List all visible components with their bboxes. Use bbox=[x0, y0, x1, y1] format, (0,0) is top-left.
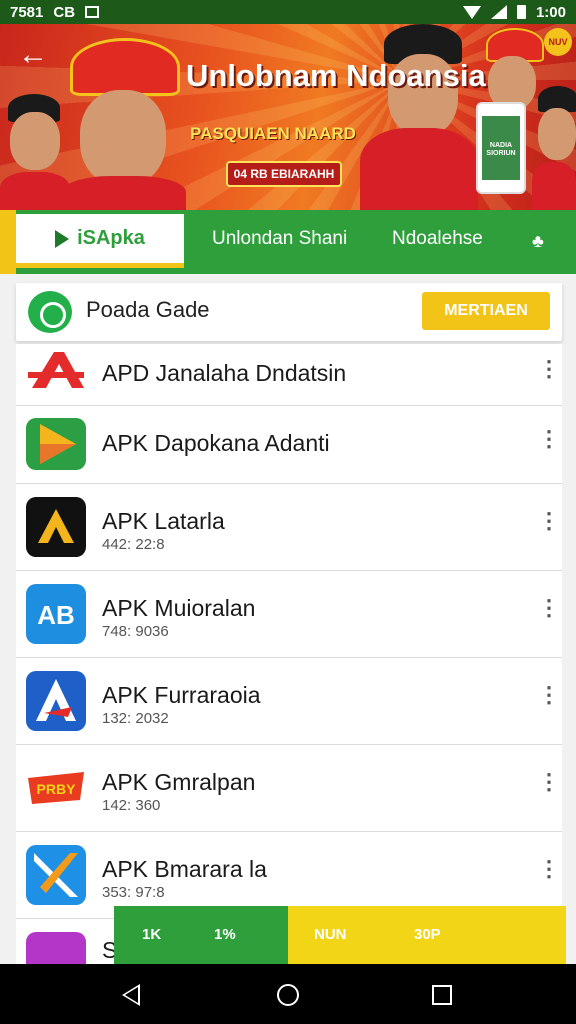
more-options-icon[interactable]: ⋮ bbox=[538, 684, 560, 706]
app-meta: 442: 22:8 bbox=[102, 536, 165, 553]
wifi-icon bbox=[462, 5, 481, 19]
banner-person-right bbox=[360, 24, 478, 210]
notification-icon bbox=[85, 6, 100, 18]
phone-screen: NADIA SIORIUN bbox=[482, 116, 520, 180]
app-icon-black-a bbox=[26, 497, 86, 557]
more-options-icon[interactable]: ⋮ bbox=[538, 771, 560, 793]
tab-unlondan-shani[interactable]: Unlondan Shani bbox=[212, 228, 347, 250]
app-name: APK Dapokana Adanti bbox=[102, 430, 330, 456]
list-item[interactable]: APK Dapokana Adanti ⋮ bbox=[16, 406, 562, 484]
corner-badge: NUV bbox=[544, 28, 572, 56]
system-nav-bar bbox=[0, 964, 576, 1024]
tab-accent bbox=[0, 210, 16, 274]
back-arrow-icon[interactable]: ← bbox=[18, 40, 50, 72]
banner-cta-button[interactable]: 04 RB EBIARAHH bbox=[226, 161, 342, 187]
signal-icon bbox=[490, 5, 507, 19]
section-action-button[interactable]: MERTIAEN bbox=[422, 292, 550, 330]
app-name: APK Bmarara la bbox=[102, 856, 267, 882]
nav-recents-icon[interactable] bbox=[432, 985, 452, 1005]
play-store-icon bbox=[55, 229, 70, 248]
banner-subtitle: PASQUIAEN NAARD bbox=[190, 124, 356, 143]
bottom-promo-bar[interactable]: 1K 1% NUN 30P bbox=[114, 906, 566, 964]
more-options-icon[interactable]: ⋮ bbox=[538, 858, 560, 880]
app-name: APK Furraraoia bbox=[102, 682, 261, 708]
app-icon-blue-a bbox=[26, 671, 86, 731]
category-tabs: iSApka Unlondan Shani Ndoalehse ♣ bbox=[0, 210, 576, 274]
whatsapp-icon bbox=[28, 291, 72, 333]
section-header: Poada Gade MERTIAEN bbox=[16, 283, 562, 341]
banner-person-far-right bbox=[532, 86, 576, 210]
tab-isapka-label: iSApka bbox=[77, 227, 145, 249]
list-item[interactable]: PRBY APK Gmralpan 142: 360 ⋮ bbox=[16, 745, 562, 832]
status-time-right: 1:00 bbox=[535, 3, 566, 21]
promo-label-b: 1% bbox=[214, 926, 236, 943]
app-icon-red-badge: PRBY bbox=[26, 758, 86, 818]
phone-illustration: NADIA SIORIUN bbox=[476, 102, 526, 194]
nav-back-icon[interactable] bbox=[122, 984, 140, 1006]
status-icon-cb: CB bbox=[53, 3, 76, 21]
app-icon-blue-ab: AB bbox=[26, 584, 86, 644]
more-options-icon[interactable]: ⋮ bbox=[538, 428, 560, 450]
app-icon-purple bbox=[26, 932, 86, 964]
app-name: APK Latarla bbox=[102, 508, 225, 534]
app-name: APD Janalaha Dndatsin bbox=[102, 360, 347, 386]
more-options-icon[interactable]: ⋮ bbox=[538, 358, 560, 380]
promo-label-a: 1K bbox=[142, 926, 162, 943]
list-item[interactable]: AB APK Muioralan 748: 9036 ⋮ bbox=[16, 571, 562, 658]
promo-banner[interactable]: ← NUV Unlobnam Ndoansia PASQUIAEN NAARD … bbox=[0, 24, 576, 210]
app-meta: 142: 360 bbox=[102, 797, 161, 814]
app-icon-blue-x bbox=[26, 845, 86, 905]
svg-text:AB: AB bbox=[37, 600, 75, 630]
more-options-icon[interactable]: ⋮ bbox=[538, 597, 560, 619]
section-title: Poada Gade bbox=[86, 297, 210, 322]
tab-ndoalehse[interactable]: Ndoalehse bbox=[392, 228, 483, 250]
app-meta: 132: 2032 bbox=[102, 710, 169, 727]
banner-person-left-small bbox=[0, 94, 70, 210]
app-name: APK Muioralan bbox=[102, 595, 256, 621]
promo-label-d: 30P bbox=[414, 926, 441, 943]
app-meta: 748: 9036 bbox=[102, 623, 169, 640]
status-bar: 7581 CB 1:00 bbox=[0, 0, 576, 24]
app-list: APD Janalaha Dndatsin ⋮ APK Dapokana Ada… bbox=[16, 344, 562, 964]
banner-person-main bbox=[62, 38, 186, 210]
nav-home-icon[interactable] bbox=[277, 984, 299, 1006]
phone-screen-text: NADIA SIORIUN bbox=[486, 142, 516, 157]
app-icon-red-a bbox=[26, 348, 86, 392]
app-meta: 353: 97:8 bbox=[102, 884, 165, 901]
list-item[interactable]: APK Furraraoia 132: 2032 ⋮ bbox=[16, 658, 562, 745]
app-icon-green-arrow bbox=[26, 418, 86, 470]
battery-icon bbox=[516, 5, 526, 19]
banner-title: Unlobnam Ndoansia bbox=[186, 58, 486, 93]
svg-text:PRBY: PRBY bbox=[37, 781, 77, 797]
tab-isapka[interactable]: iSApka bbox=[16, 214, 184, 268]
more-options-icon[interactable]: ⋮ bbox=[538, 510, 560, 532]
list-item[interactable]: APD Janalaha Dndatsin ⋮ bbox=[16, 344, 562, 406]
status-time-left: 7581 bbox=[10, 3, 44, 21]
promo-label-c: NUN bbox=[314, 926, 347, 943]
clover-icon[interactable]: ♣ bbox=[532, 232, 550, 250]
promo-green bbox=[114, 906, 288, 964]
list-item[interactable]: APK Latarla 442: 22:8 ⋮ bbox=[16, 484, 562, 571]
app-name: APK Gmralpan bbox=[102, 769, 256, 795]
